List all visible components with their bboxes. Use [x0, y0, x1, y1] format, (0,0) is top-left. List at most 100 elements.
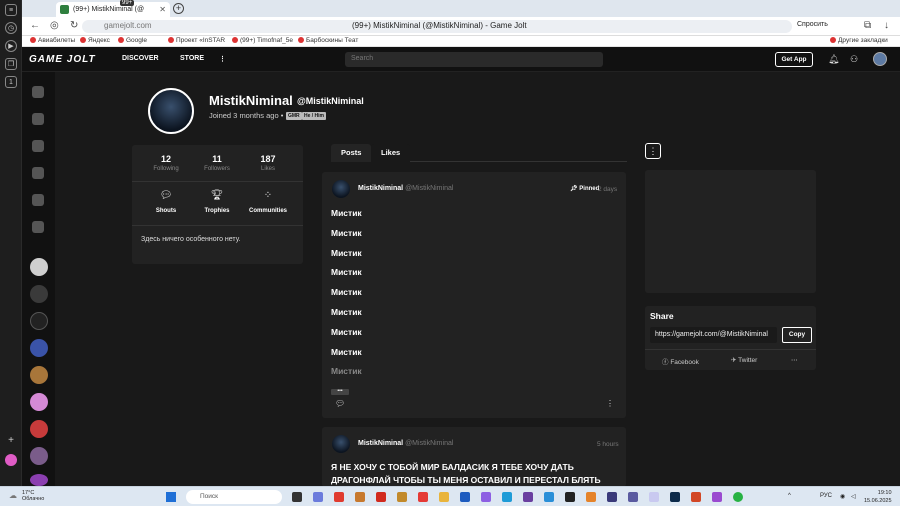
share-more-icon[interactable]: ⋯ [791, 356, 798, 364]
tab-posts[interactable]: Posts [331, 144, 372, 162]
download-icon[interactable]: ↓ [884, 20, 889, 31]
profile-icon[interactable]: ◎ [50, 20, 59, 31]
quests-icon[interactable] [32, 167, 44, 179]
post-author-name[interactable]: MistikNiminal @MistikNiminal [358, 185, 453, 192]
community-icon[interactable] [30, 393, 48, 411]
taskbar-clock[interactable]: 19:10 15.06.2025 [864, 489, 892, 505]
community-icon[interactable] [30, 258, 48, 276]
app-icon[interactable] [544, 492, 554, 502]
app-icon[interactable] [607, 492, 617, 502]
photoshop-icon[interactable] [670, 492, 680, 502]
language-indicator[interactable]: РУС [820, 493, 832, 499]
play-icon[interactable]: ▶ [5, 40, 17, 52]
reload-icon[interactable]: ↻ [70, 20, 78, 31]
browser-icon[interactable] [376, 492, 386, 502]
post-author-avatar[interactable] [332, 435, 350, 453]
community-icon[interactable] [30, 447, 48, 465]
post-author-avatar[interactable] [332, 180, 350, 198]
nav-store[interactable]: STORE [180, 55, 204, 62]
library-icon[interactable] [32, 221, 44, 233]
start-button[interactable] [166, 492, 176, 502]
stat-following-value[interactable]: 12 [141, 154, 191, 164]
trophies-link[interactable]: Trophies [192, 208, 242, 214]
explorer-icon[interactable] [439, 492, 449, 502]
clock-icon[interactable]: ◷ [5, 22, 17, 34]
profile-more-button[interactable]: ⋮ [645, 143, 661, 159]
chat-icon[interactable] [313, 492, 323, 502]
taskbar-search[interactable]: Поиск [186, 490, 282, 504]
tab-likes[interactable]: Likes [371, 144, 411, 162]
ask-button[interactable]: Спросить [797, 21, 828, 28]
search-input[interactable]: Search [345, 52, 603, 67]
copy-button[interactable]: Copy [782, 327, 812, 343]
app-icon[interactable] [712, 492, 722, 502]
activity-icon[interactable] [32, 86, 44, 98]
collections-icon[interactable]: ❐ [5, 58, 17, 70]
shouts-link[interactable]: Shouts [141, 208, 191, 214]
store-icon[interactable] [460, 492, 470, 502]
shouts-icon[interactable]: 💬︎ [141, 190, 191, 201]
friends-icon[interactable]: ⚇ [850, 54, 858, 65]
menu-icon[interactable]: ≡ [5, 4, 17, 16]
community-icon[interactable] [30, 312, 48, 330]
share-twitter[interactable]: ✈︎ Twitter [731, 356, 757, 364]
post-card[interactable]: MistikNiminal @MistikNiminal 📌︎ Pinned 2… [322, 172, 626, 418]
post-time[interactable]: 5 hours [597, 441, 619, 448]
bookmark-item[interactable]: Авиабилеты [30, 37, 75, 44]
nav-discover[interactable]: DISCOVER [122, 55, 159, 62]
bookmark-item[interactable]: Google [118, 37, 147, 44]
bookmark-item[interactable]: Барбоскины Теат [298, 37, 358, 44]
share-url-field[interactable]: https://gamejolt.com/@MistikNiminal [650, 327, 777, 343]
site-logo[interactable]: GAME JOLT [29, 54, 96, 65]
bookmark-item[interactable]: Яндекс [80, 37, 110, 44]
app-icon[interactable] [355, 492, 365, 502]
community-icon[interactable] [30, 339, 48, 357]
bookmark-item[interactable]: Проект «InSTAR [168, 37, 225, 44]
edge-icon[interactable] [502, 492, 512, 502]
app-icon[interactable] [565, 492, 575, 502]
app-icon[interactable] [523, 492, 533, 502]
extensions-icon[interactable]: ⧉ [864, 20, 871, 31]
inventory-icon[interactable] [32, 140, 44, 152]
read-more-button[interactable]: ••• [331, 389, 349, 395]
post-time[interactable]: 2 days [598, 186, 617, 193]
app-icon[interactable] [649, 492, 659, 502]
weather-widget[interactable]: 17°C Облачно [22, 490, 44, 502]
opera-icon[interactable] [418, 492, 428, 502]
whatsapp-icon[interactable] [733, 492, 743, 502]
alice-icon[interactable] [5, 454, 17, 466]
user-avatar[interactable] [873, 52, 887, 66]
post-card[interactable]: MistikNiminal @MistikNiminal 5 hours Я Н… [322, 427, 626, 487]
store-icon[interactable] [32, 113, 44, 125]
stat-likes-value[interactable]: 187 [243, 154, 293, 164]
communities-icon[interactable]: ⁘ [243, 190, 293, 201]
community-icon[interactable] [30, 285, 48, 303]
bookmark-item[interactable]: (99+) Timofnaf_5e [232, 37, 293, 44]
share-facebook[interactable]: ⓕ Facebook [662, 356, 699, 366]
notes-icon[interactable]: 1 [5, 76, 17, 88]
app-icon[interactable] [586, 492, 596, 502]
task-view-icon[interactable] [292, 492, 302, 502]
get-app-button[interactable]: Get App [775, 52, 813, 67]
stat-followers-value[interactable]: 11 [192, 154, 242, 164]
back-icon[interactable]: ← [30, 20, 40, 31]
yandex-icon[interactable] [334, 492, 344, 502]
other-bookmarks[interactable]: Другие закладки [830, 37, 888, 44]
app-icon[interactable] [481, 492, 491, 502]
post-menu-icon[interactable]: ⋮ [606, 399, 614, 408]
more-menu-icon[interactable]: ⋮ [219, 55, 226, 63]
new-tab-button[interactable]: + [173, 3, 184, 14]
wifi-icon[interactable]: ◉ [840, 493, 845, 500]
community-icon[interactable] [30, 420, 48, 438]
comment-icon[interactable]: 💬︎ [335, 399, 345, 408]
tab-active[interactable]: (99+) MistikNiminal (@ ✕ [56, 2, 170, 17]
url-text[interactable]: gamejolt.com [104, 21, 152, 30]
app-icon[interactable] [628, 492, 638, 502]
add-icon[interactable]: + [5, 434, 17, 446]
trophy-icon[interactable]: 🏆︎ [192, 190, 242, 201]
tray-chevron-icon[interactable]: ^ [788, 493, 791, 499]
volume-icon[interactable]: ◁ [851, 493, 856, 500]
community-icon[interactable] [30, 366, 48, 384]
community-icon[interactable] [30, 474, 48, 486]
powerpoint-icon[interactable] [691, 492, 701, 502]
